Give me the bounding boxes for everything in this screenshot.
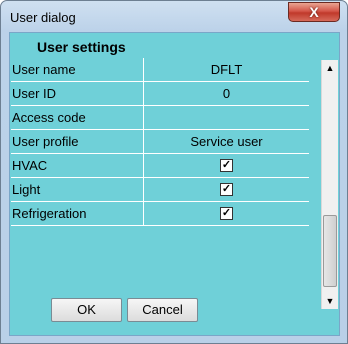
user-name-field[interactable]: DFLT — [144, 58, 309, 81]
row-label: User ID — [11, 82, 144, 105]
hvac-checkbox[interactable]: ✓ — [220, 159, 233, 173]
row-label: User profile — [11, 130, 144, 153]
row-label: Light — [11, 178, 144, 201]
light-cell: ✓ — [144, 178, 309, 201]
section-title: User settings — [37, 39, 126, 55]
hvac-cell: ✓ — [144, 154, 309, 177]
row-label: User name — [11, 58, 144, 81]
cancel-button[interactable]: Cancel — [127, 298, 198, 322]
row-label: Access code — [11, 106, 144, 129]
vertical-scrollbar[interactable]: ▲ ▼ — [321, 60, 338, 309]
table-row-refrigeration: Refrigeration ✓ — [11, 202, 309, 226]
close-button[interactable]: X — [288, 2, 340, 22]
scroll-up-arrow-icon[interactable]: ▲ — [322, 60, 338, 76]
table-row-user-name: User name DFLT — [11, 58, 309, 82]
user-id-field[interactable]: 0 — [144, 82, 309, 105]
user-dialog-window: User dialog X User settings User name DF… — [0, 0, 348, 344]
row-label: HVAC — [11, 154, 144, 177]
dialog-content: User settings User name DFLT User ID 0 A… — [9, 32, 340, 336]
refrigeration-checkbox[interactable]: ✓ — [220, 207, 233, 221]
access-code-field[interactable] — [144, 106, 309, 129]
title-bar[interactable]: User dialog X — [1, 1, 347, 33]
settings-rows: User name DFLT User ID 0 Access code Use… — [11, 58, 309, 226]
user-profile-select[interactable]: Service user — [144, 130, 309, 153]
scroll-thumb[interactable] — [323, 215, 337, 287]
scroll-down-arrow-icon[interactable]: ▼ — [322, 293, 338, 309]
ok-button[interactable]: OK — [51, 298, 122, 322]
table-row-access-code: Access code — [11, 106, 309, 130]
window-title: User dialog — [10, 10, 76, 25]
row-label: Refrigeration — [11, 202, 144, 225]
light-checkbox[interactable]: ✓ — [220, 183, 233, 197]
refrigeration-cell: ✓ — [144, 202, 309, 225]
table-row-user-profile: User profile Service user — [11, 130, 309, 154]
settings-table: User name DFLT User ID 0 Access code Use… — [11, 58, 338, 311]
table-row-hvac: HVAC ✓ — [11, 154, 309, 178]
close-icon: X — [309, 4, 319, 20]
table-row-light: Light ✓ — [11, 178, 309, 202]
table-row-user-id: User ID 0 — [11, 82, 309, 106]
